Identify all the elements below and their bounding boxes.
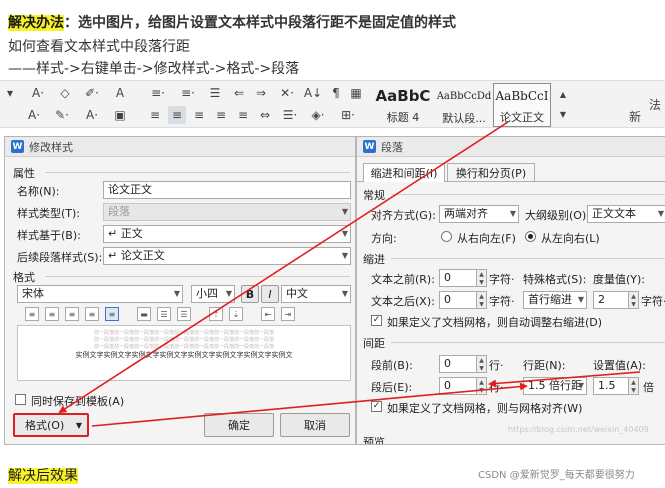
csdn-credit: CSDN @爱新觉罗_每天都要很努力 (478, 470, 635, 481)
arrow-style-to-format (58, 121, 509, 414)
arrow-format-to-spacing (91, 382, 528, 427)
footer-label: 解决后效果 (8, 465, 78, 485)
annotation-arrows (58, 121, 641, 427)
arrow-back-to-linespacing (488, 371, 641, 388)
result-label: 解决后效果 (8, 468, 78, 484)
